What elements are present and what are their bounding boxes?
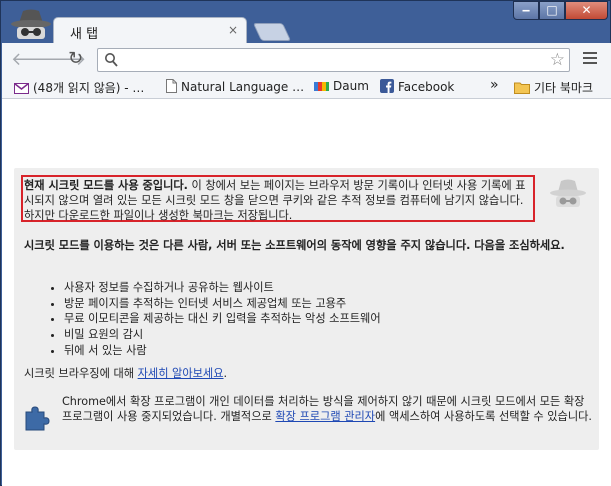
new-tab-button[interactable] (252, 23, 292, 41)
bookmark-star-icon[interactable]: ☆ (550, 50, 565, 70)
bookmark-label: Natural Language … (181, 80, 305, 94)
page-icon (166, 79, 177, 93)
bookmark-daum[interactable]: Daum (314, 79, 369, 93)
extension-puzzle-icon (25, 406, 50, 431)
window-close-icon: ✕ (581, 3, 592, 17)
folder-icon (514, 82, 530, 94)
extension-manager-link[interactable]: 확장 프로그램 관리자 (275, 410, 375, 423)
gmail-icon (14, 83, 29, 94)
menu-icon[interactable] (583, 52, 597, 67)
learn-more-link[interactable]: 자세히 알아보세요 (138, 367, 224, 380)
browser-window: 새 탭 × ‒ □ ✕ 🡐 🡒 ↻ ☆ (48개 읽지 않음) - … Natu… (0, 0, 611, 486)
minimize-button[interactable]: ‒ (513, 1, 539, 20)
omnibox[interactable]: ☆ (97, 48, 570, 72)
maximize-icon: □ (546, 3, 558, 17)
list-item: 비밀 요원의 감시 (64, 327, 381, 343)
bookmark-gmail[interactable]: (48개 읽지 않음) - … (14, 79, 144, 96)
learn-suffix: . (223, 367, 228, 380)
maximize-button[interactable]: □ (539, 1, 565, 20)
incognito-info-panel: 현재 시크릿 모드를 사용 중입니다. 이 창에서 보는 페이지는 브라우저 방… (14, 168, 599, 450)
incognito-icon (11, 9, 51, 39)
list-item: 뒤에 서 있는 사람 (64, 343, 381, 359)
search-icon (105, 53, 118, 67)
incognito-spy-icon (550, 179, 586, 207)
learn-prefix: 시크릿 브라우징에 대해 (24, 367, 138, 380)
facebook-icon (380, 79, 394, 93)
bookmark-natural-language[interactable]: Natural Language … (166, 79, 304, 94)
extension-notice: Chrome에서 확장 프로그램이 개인 데이터를 처리하는 방식을 제어하지 … (62, 394, 592, 424)
list-item: 사용자 정보를 수집하거나 공유하는 웹사이트 (64, 280, 381, 296)
bookmark-label: 기타 북마크 (534, 81, 594, 95)
page-content: 현재 시크릿 모드를 사용 중입니다. 이 창에서 보는 페이지는 브라우저 방… (2, 99, 611, 486)
toolbar: 🡐 🡒 ↻ ☆ (2, 43, 611, 77)
close-icon[interactable]: × (228, 23, 238, 37)
tab-title: 새 탭 (70, 27, 99, 42)
caution-text: 시크릿 모드를 이용하는 것은 다른 사람, 서버 또는 소프트웨어의 동작에 … (24, 239, 565, 252)
reload-icon[interactable]: ↻ (68, 48, 83, 69)
bookmark-facebook[interactable]: Facebook (380, 79, 454, 94)
intro-bold: 현재 시크릿 모드를 사용 중입니다. (24, 179, 188, 192)
tracking-list: 사용자 정보를 수집하거나 공유하는 웹사이트 방문 페이지를 추적하는 인터넷… (64, 280, 381, 359)
window-close-button[interactable]: ✕ (565, 1, 608, 20)
daum-icon (314, 82, 329, 91)
bookmark-label: Daum (333, 79, 369, 93)
other-bookmarks-folder[interactable]: 기타 북마크 (514, 79, 593, 96)
incognito-intro: 현재 시크릿 모드를 사용 중입니다. 이 창에서 보는 페이지는 브라우저 방… (24, 178, 534, 223)
list-item: 방문 페이지를 추적하는 인터넷 서비스 제공업체 또는 고용주 (64, 296, 381, 312)
ext-suffix: 에 액세스하여 사용하도록 선택할 수 있습니다. (375, 410, 592, 423)
bookmarks-bar: (48개 읽지 않음) - … Natural Language … Daum … (2, 76, 611, 99)
bookmarks-more-chevron-icon[interactable]: » (490, 77, 499, 93)
tab-new-tab[interactable]: 새 탭 × (53, 17, 247, 45)
learn-more-text: 시크릿 브라우징에 대해 자세히 알아보세요. (24, 366, 227, 381)
bookmark-label: (48개 읽지 않음) - … (33, 81, 145, 95)
list-item: 무료 이모티콘을 제공하는 대신 키 입력을 추적하는 악성 소프트웨어 (64, 311, 381, 327)
bookmark-label: Facebook (398, 80, 455, 94)
title-bar: 새 탭 × ‒ □ ✕ (1, 1, 611, 45)
minimize-icon: ‒ (521, 3, 531, 17)
address-input[interactable] (122, 51, 546, 71)
